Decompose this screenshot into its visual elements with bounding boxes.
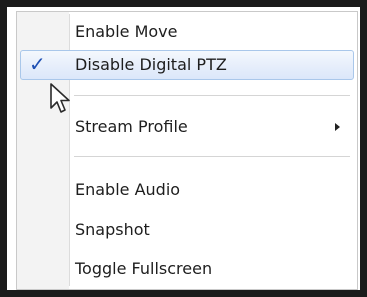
menu-item-toggle-fullscreen[interactable]: Toggle Fullscreen <box>20 254 354 284</box>
menu-item-label: Stream Profile <box>75 117 188 136</box>
submenu-arrow-icon <box>335 123 340 131</box>
menu-item-label: Toggle Fullscreen <box>75 259 213 278</box>
context-menu: Enable Move ✓ Disable Digital PTZ Stream… <box>16 11 358 290</box>
menu-item-label: Enable Move <box>75 22 178 41</box>
menu-item-enable-move[interactable]: Enable Move <box>20 17 354 47</box>
menu-item-stream-profile[interactable]: Stream Profile <box>20 112 354 142</box>
menu-item-label: Snapshot <box>75 220 150 239</box>
checkmark-icon: ✓ <box>29 52 46 76</box>
mouse-pointer-icon <box>50 83 70 113</box>
menu-item-disable-digital-ptz[interactable]: ✓ Disable Digital PTZ <box>20 50 354 80</box>
menu-item-enable-audio[interactable]: Enable Audio <box>20 175 354 205</box>
menu-item-label: Enable Audio <box>75 180 181 199</box>
menu-item-snapshot[interactable]: Snapshot <box>20 215 354 245</box>
menu-separator <box>74 156 350 158</box>
screenshot-frame: Enable Move ✓ Disable Digital PTZ Stream… <box>0 0 367 297</box>
menu-item-label: Disable Digital PTZ <box>75 55 227 74</box>
menu-separator <box>74 95 350 97</box>
